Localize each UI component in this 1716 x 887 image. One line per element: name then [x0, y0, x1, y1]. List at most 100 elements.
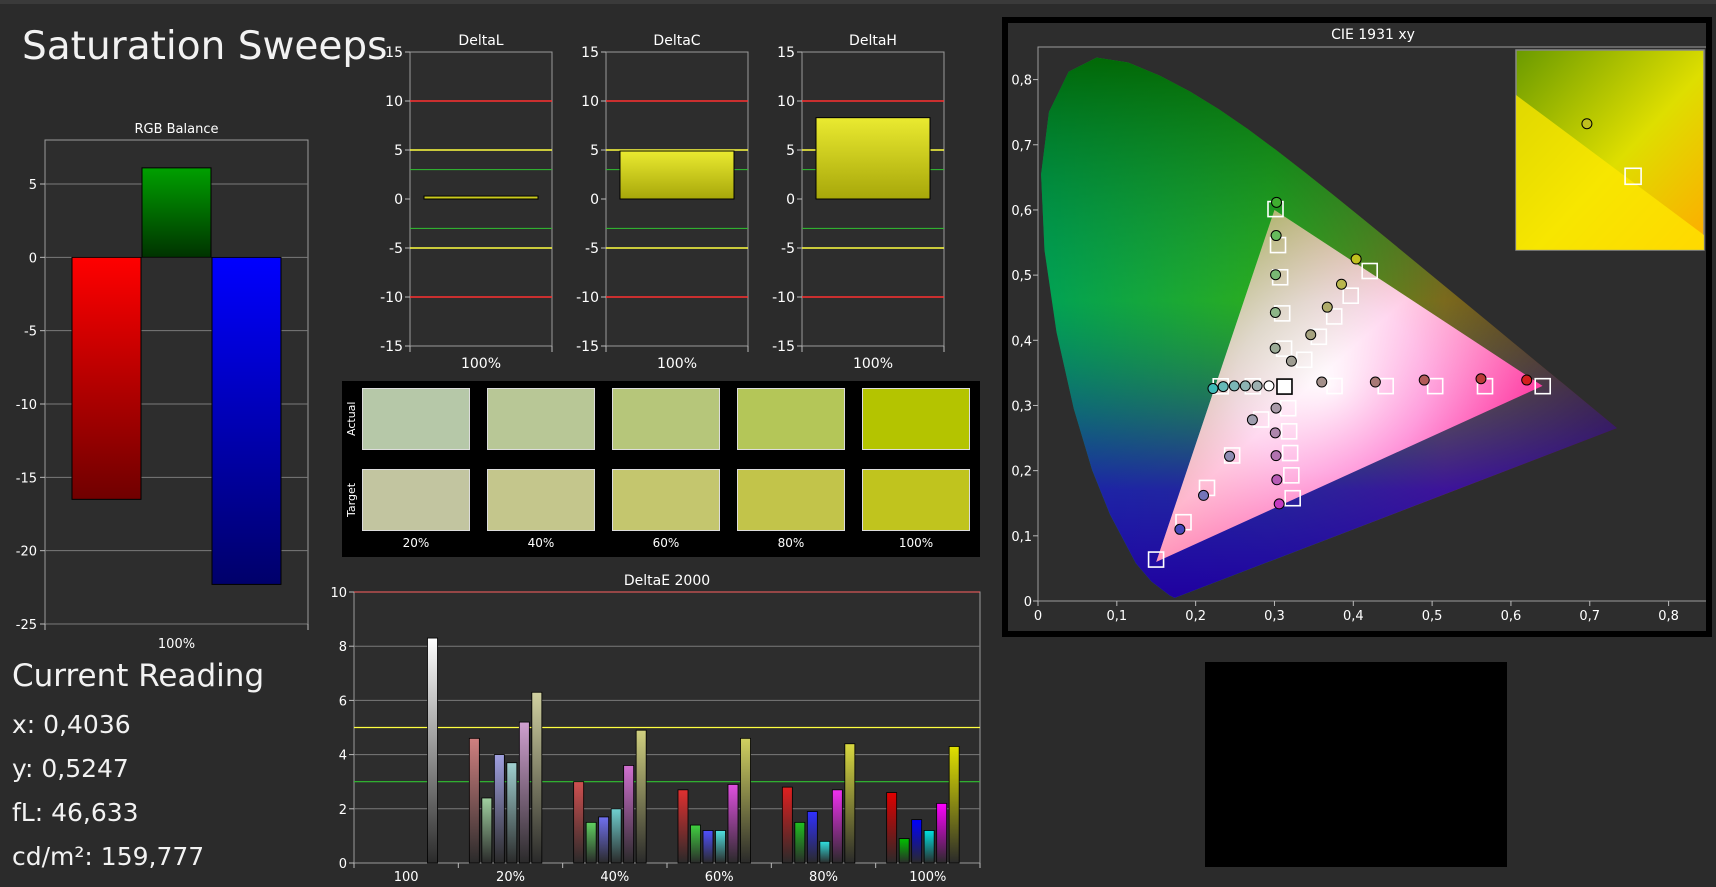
swatch-column-label: 100% — [898, 536, 934, 550]
preview-box — [1205, 662, 1507, 867]
measured-point — [1198, 489, 1210, 501]
bar — [690, 824, 701, 864]
y-tick-label: -15 — [380, 339, 403, 355]
y-tick-label: 15 — [581, 45, 599, 61]
y-tick-label: 0,4 — [1011, 334, 1032, 349]
x-tick-label: 100% — [657, 356, 697, 370]
y-tick-label: -5 — [389, 241, 403, 257]
bar — [936, 802, 948, 864]
y-tick-label: 0,1 — [1011, 530, 1032, 545]
y-tick-label: 0,6 — [1011, 204, 1032, 219]
bar — [781, 786, 793, 864]
measured-point — [1350, 253, 1362, 265]
bar-green — [141, 167, 212, 258]
reading-y: y: 0,5247 — [12, 754, 129, 783]
page-title: Saturation Sweeps — [22, 24, 388, 69]
x-tick-label: 0,4 — [1343, 609, 1364, 624]
x-tick-label: 80% — [809, 870, 838, 885]
measured-point — [1270, 450, 1282, 462]
y-tick-label: 10 — [330, 586, 347, 601]
measured-point — [1305, 329, 1317, 341]
white-point-marker — [1276, 378, 1293, 395]
x-tick-label: 40% — [600, 870, 629, 885]
delta-h-chart: DeltaH 15 10 5 0 -5 -10 -15 100% — [772, 33, 945, 370]
bar — [702, 830, 714, 864]
measured-point — [1418, 374, 1430, 386]
y-tick-label: 4 — [339, 749, 347, 764]
y-tick-label: 5 — [786, 143, 795, 159]
measured-point — [1224, 450, 1236, 462]
reading-cdm2: cd/m²: 159,777 — [12, 842, 205, 871]
y-tick-label: 10 — [385, 94, 403, 110]
bar — [427, 637, 438, 864]
bar-red — [71, 256, 142, 500]
y-tick-label: 0,3 — [1011, 399, 1032, 414]
bar — [844, 743, 856, 864]
measured-point — [1269, 306, 1281, 318]
bar — [677, 789, 689, 864]
y-tick-label: 6 — [339, 694, 347, 709]
bar — [886, 792, 898, 864]
measured-point — [1321, 301, 1333, 313]
bar — [727, 784, 739, 864]
bar — [635, 729, 647, 864]
measured-point — [1251, 380, 1263, 392]
y-tick-label: -15 — [772, 339, 795, 355]
bar — [573, 781, 585, 864]
chart-title: DeltaC — [653, 33, 700, 49]
target-swatch — [612, 469, 720, 531]
bar — [740, 737, 751, 864]
y-tick-label: -10 — [380, 290, 403, 306]
x-tick-label: 0,3 — [1264, 609, 1285, 624]
bar — [585, 821, 597, 864]
measured-point — [1270, 230, 1282, 242]
measured-point — [1369, 376, 1381, 388]
swatch-row-label: Actual — [345, 401, 358, 437]
x-tick-label: 100% — [158, 637, 195, 652]
target-swatch — [737, 469, 845, 531]
x-tick-label: 0 — [1034, 609, 1042, 624]
bar — [819, 840, 831, 864]
measured-point — [1273, 498, 1285, 510]
y-tick-label: 0,7 — [1011, 139, 1032, 154]
measured-point — [1271, 474, 1283, 486]
y-tick-label: -10 — [772, 290, 795, 306]
bar — [815, 117, 931, 200]
y-tick-label: -5 — [585, 241, 599, 257]
y-tick-label: 5 — [590, 143, 599, 159]
x-tick-label: 20% — [496, 870, 525, 885]
inset-measured-point — [1581, 118, 1593, 130]
chart-title: CIE 1931 xy — [1331, 27, 1415, 43]
chart-title: DeltaE 2000 — [624, 573, 710, 589]
measured-point — [1285, 355, 1297, 367]
y-tick-label: -10 — [16, 398, 37, 413]
y-tick-label: 5 — [394, 143, 403, 159]
y-tick-label: 2 — [339, 803, 347, 818]
bar — [623, 765, 635, 864]
measured-point — [1521, 374, 1533, 386]
y-tick-label: 0,5 — [1011, 269, 1032, 284]
actual-swatch — [487, 388, 595, 450]
y-tick-label: 0,2 — [1011, 465, 1032, 480]
delta-c-chart: DeltaC 15 10 5 0 -5 -10 -15 100% — [576, 33, 749, 370]
actual-swatch — [737, 388, 845, 450]
measured-point — [1228, 380, 1240, 392]
bar — [898, 838, 910, 864]
y-tick-label: -5 — [24, 325, 37, 340]
measured-point — [1207, 383, 1219, 395]
y-tick-label: 10 — [777, 94, 795, 110]
bar — [598, 816, 610, 864]
bar — [423, 195, 539, 200]
measured-point — [1270, 269, 1282, 281]
x-tick-label: 0,2 — [1185, 609, 1206, 624]
deltae-2000-chart: DeltaE 2000 0 2 4 6 8 10 100 20% 40% 60% 80% 100% — [330, 573, 981, 885]
rgb-balance-chart: RGB Balance 5 0 -5 -10 -15 -20 -25 100% — [16, 122, 309, 652]
delta-l-chart: DeltaL 15 10 5 0 -5 -10 -15 100% — [380, 33, 553, 370]
measured-point — [1269, 427, 1281, 439]
swatch-column-label: 20% — [402, 536, 430, 550]
bar — [468, 737, 480, 864]
y-tick-label: 5 — [29, 178, 37, 193]
measured-point — [1246, 414, 1258, 426]
bar — [948, 746, 960, 864]
y-tick-label: 0 — [29, 251, 37, 266]
